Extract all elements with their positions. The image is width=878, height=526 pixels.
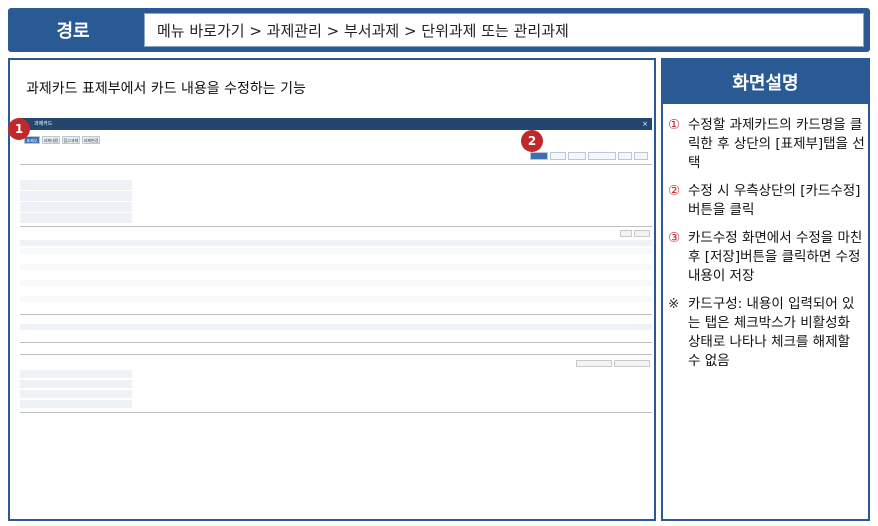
field-label bbox=[20, 213, 132, 223]
table-row bbox=[20, 264, 652, 270]
embedded-screenshot: 과제카드 × 표제부 과제내용 참고과제 과제변경 bbox=[20, 118, 652, 514]
table-row bbox=[20, 280, 652, 286]
toolbar-button[interactable] bbox=[568, 152, 586, 160]
toolbar-button[interactable] bbox=[618, 152, 632, 160]
instruction-item: ② 수정 시 우측상단의 [카드수정]버튼을 클릭 bbox=[666, 182, 866, 220]
divider bbox=[20, 164, 652, 165]
toolbar-button[interactable] bbox=[550, 152, 566, 160]
section-button[interactable] bbox=[614, 360, 650, 367]
tab-change[interactable]: 과제변경 bbox=[82, 136, 100, 144]
table-row bbox=[20, 296, 652, 302]
instruction-item: ③ 카드수정 화면에서 수정을 마친 후 [저장]버튼을 클릭하면 수정내용이 … bbox=[666, 229, 866, 286]
toolbar-button[interactable] bbox=[634, 152, 648, 160]
step-number: ① bbox=[668, 117, 681, 133]
main-title: 과제카드 표제부에서 카드 내용을 수정하는 기능 bbox=[26, 81, 306, 97]
tab-reference[interactable]: 참고과제 bbox=[62, 136, 80, 144]
close-icon[interactable]: × bbox=[642, 118, 648, 130]
section-button[interactable] bbox=[620, 230, 632, 237]
step-marker-2: 2 bbox=[521, 130, 543, 152]
instruction-list: ① 수정할 과제카드의 카드명을 클릭한 후 상단의 [표제부]탭을 선택 ② … bbox=[666, 116, 866, 380]
table-row bbox=[20, 248, 652, 254]
card-window-title: 과제카드 bbox=[34, 121, 53, 127]
tab-content[interactable]: 과제내용 bbox=[42, 136, 60, 144]
divider bbox=[20, 226, 652, 227]
card-window-header: 과제카드 × bbox=[20, 118, 652, 130]
toolbar-button[interactable] bbox=[588, 152, 616, 160]
divider bbox=[20, 314, 652, 315]
table-row bbox=[20, 272, 652, 278]
card-edit-button[interactable] bbox=[530, 152, 548, 160]
instruction-item: ① 수정할 과제카드의 카드명을 클릭한 후 상단의 [표제부]탭을 선택 bbox=[666, 116, 866, 173]
field-label bbox=[20, 370, 132, 378]
field-label bbox=[20, 180, 132, 190]
field-label bbox=[20, 202, 132, 212]
divider bbox=[20, 342, 652, 343]
field-label bbox=[20, 191, 132, 201]
instruction-text: 카드수정 화면에서 수정을 마친 후 [저장]버튼을 클릭하면 수정내용이 저장 bbox=[688, 230, 863, 284]
breadcrumb: 메뉴 바로가기 > 과제관리 > 부서과제 > 단위과제 또는 관리과제 bbox=[144, 13, 864, 47]
section-button[interactable] bbox=[576, 360, 612, 367]
tab-summary[interactable]: 표제부 bbox=[24, 136, 40, 144]
instruction-text: 수정할 과제카드의 카드명을 클릭한 후 상단의 [표제부]탭을 선택 bbox=[688, 117, 865, 171]
section-heading bbox=[20, 168, 80, 178]
instruction-item: ※ 카드구성: 내용이 입력되어 있는 탭은 체크박스가 비활성화 상태로 나타… bbox=[666, 295, 866, 371]
table-row bbox=[20, 304, 652, 310]
field-label bbox=[20, 400, 132, 408]
note-symbol: ※ bbox=[668, 296, 680, 312]
field-label bbox=[20, 390, 132, 398]
instruction-text: 수정 시 우측상단의 [카드수정]버튼을 클릭 bbox=[688, 183, 861, 218]
divider bbox=[20, 412, 652, 413]
table-header bbox=[20, 240, 652, 246]
field-label bbox=[20, 380, 132, 388]
table-header bbox=[20, 324, 652, 330]
side-title: 화면설명 bbox=[663, 60, 868, 104]
step-number: ② bbox=[668, 183, 681, 199]
step-marker-1: 1 bbox=[8, 118, 30, 140]
section-button[interactable] bbox=[634, 230, 650, 237]
path-label: 경로 bbox=[56, 21, 90, 42]
table-row bbox=[20, 256, 652, 262]
step-number: ③ bbox=[668, 230, 681, 246]
instruction-text: 카드구성: 내용이 입력되어 있는 탭은 체크박스가 비활성화 상태로 나타나 … bbox=[688, 296, 855, 369]
table-row bbox=[20, 288, 652, 294]
divider bbox=[20, 354, 652, 355]
